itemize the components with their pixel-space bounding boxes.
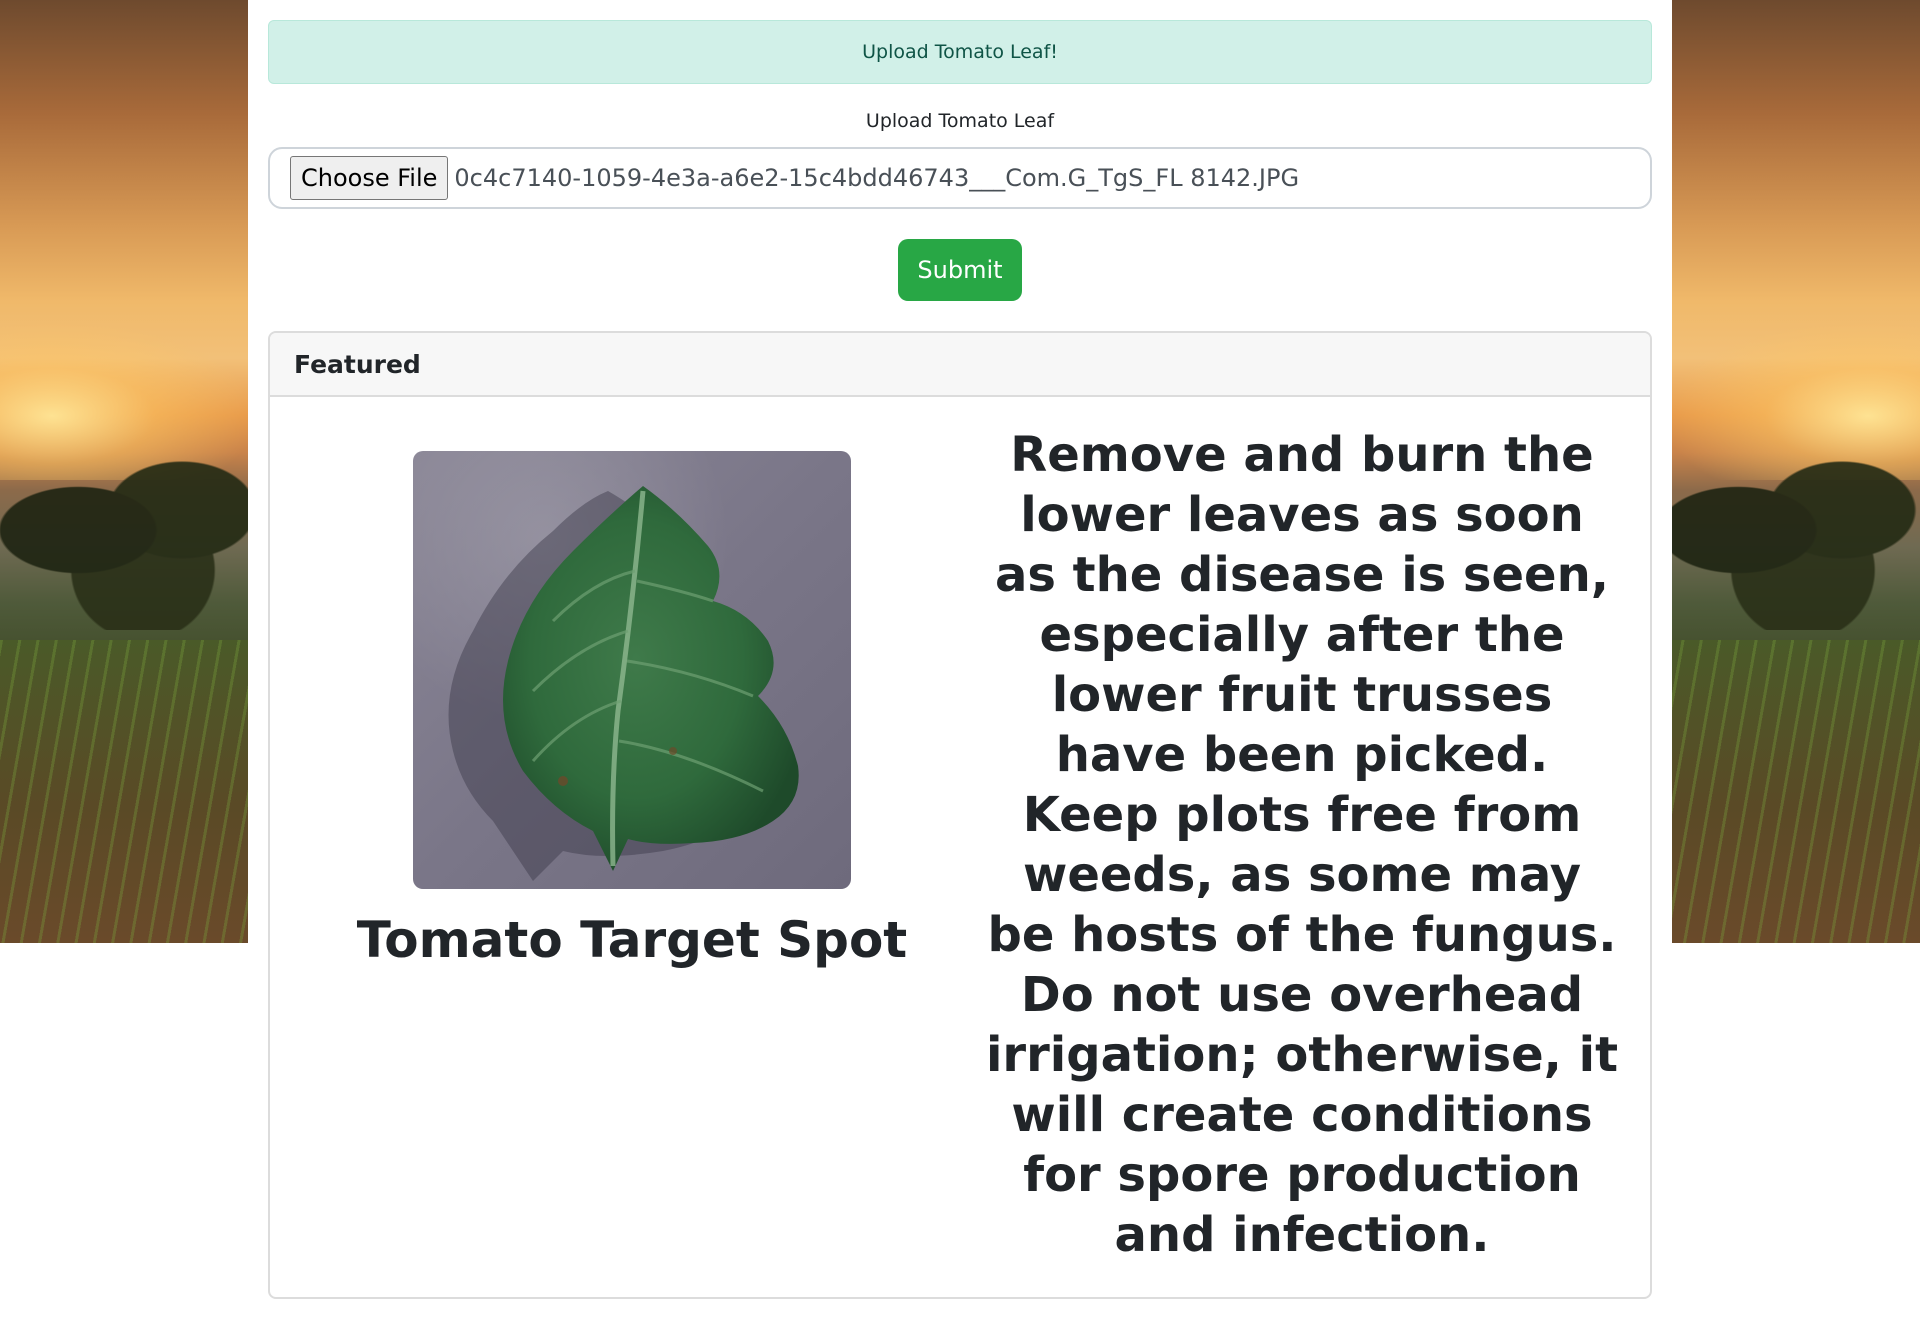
treeline-left — [0, 430, 260, 630]
card-body: Tomato Target Spot Remove and burn the l… — [270, 397, 1650, 1293]
card-header: Featured — [270, 333, 1650, 397]
disease-name: Tomato Target Spot — [356, 911, 908, 969]
treatment-text: Remove and burn the lower leaves as soon… — [985, 427, 1619, 1263]
result-card: Featured Tomato Target Spot Remove and b… — [268, 331, 1652, 1299]
result-left-column: Tomato Target Spot — [290, 425, 974, 1265]
main-container: Upload Tomato Leaf! Upload Tomato Leaf C… — [248, 0, 1672, 1317]
upload-alert: Upload Tomato Leaf! — [268, 20, 1652, 84]
upload-label: Upload Tomato Leaf — [865, 110, 1055, 132]
selected-file-name: 0c4c7140-1059-4e3a-a6e2-15c4bdd46743___C… — [454, 164, 1300, 192]
treeline-right — [1660, 430, 1920, 630]
choose-file-button[interactable]: Choose File — [290, 156, 449, 200]
submit-button[interactable]: Submit — [898, 239, 1022, 301]
file-input[interactable]: Choose File 0c4c7140-1059-4e3a-a6e2-15c4… — [268, 147, 1652, 209]
leaf-illustration — [448, 486, 799, 881]
alert-message: Upload Tomato Leaf! — [862, 41, 1058, 63]
result-right-column: Remove and burn the lower leaves as soon… — [974, 425, 1630, 1265]
submit-wrapper: Submit — [268, 239, 1652, 301]
uploaded-leaf-image — [413, 451, 851, 889]
